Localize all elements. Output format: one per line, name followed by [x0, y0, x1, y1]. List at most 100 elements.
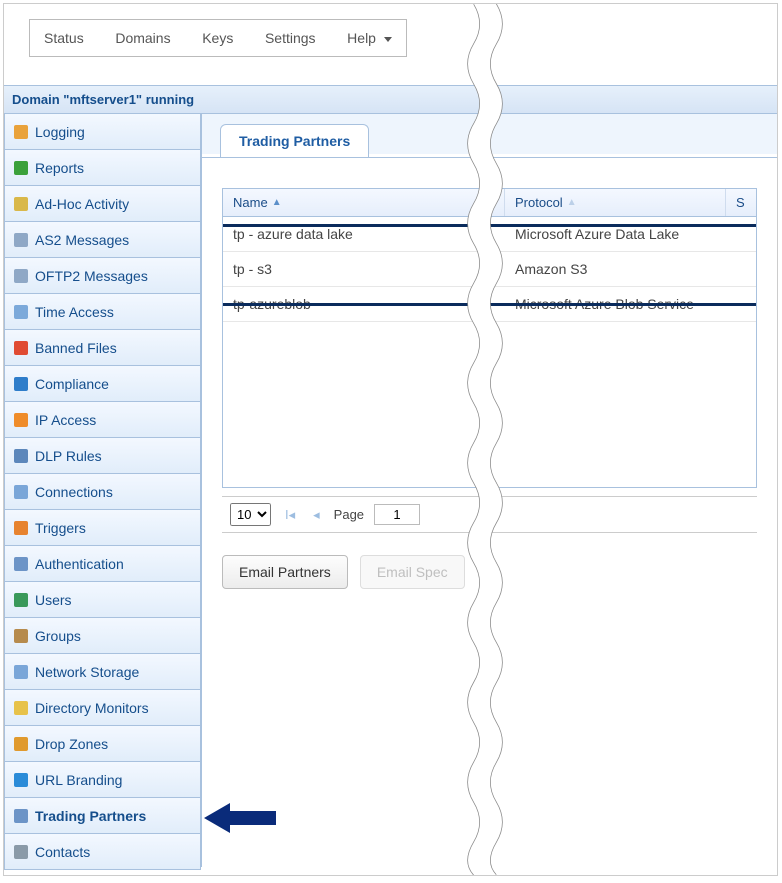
sidebar-item-time-access[interactable]: Time Access	[4, 294, 201, 330]
domain-status-bar: Domain "mftserver1" running	[4, 85, 777, 114]
col-protocol[interactable]: Protocol ▲	[505, 189, 726, 216]
sidebar-item-reports[interactable]: Reports	[4, 150, 201, 186]
ip-icon	[13, 412, 29, 428]
auth-icon	[13, 556, 29, 572]
sidebar-item-label: Users	[35, 592, 72, 608]
sidebar-item-directory-monitors[interactable]: Directory Monitors	[4, 690, 201, 726]
sidebar-item-label: IP Access	[35, 412, 96, 428]
table-row[interactable]: tp - s3Amazon S3	[223, 252, 756, 287]
page-size-select[interactable]: 10	[230, 503, 271, 526]
sidebar-item-label: Triggers	[35, 520, 86, 536]
sidebar-item-connections[interactable]: Connections	[4, 474, 201, 510]
table-row[interactable]: tp - azure data lakeMicrosoft Azure Data…	[223, 217, 756, 252]
sidebar-item-label: Directory Monitors	[35, 700, 149, 716]
sidebar-item-oftp2-messages[interactable]: OFTP2 Messages	[4, 258, 201, 294]
users-icon	[13, 592, 29, 608]
sidebar-item-banned-files[interactable]: Banned Files	[4, 330, 201, 366]
time-icon	[13, 304, 29, 320]
trading-partners-table: Name ▲ Protocol ▲ S tp - azure data lake…	[222, 188, 757, 488]
sidebar-item-label: Reports	[35, 160, 84, 176]
sidebar-item-label: Connections	[35, 484, 113, 500]
reports-icon	[13, 160, 29, 176]
sidebar-item-label: Banned Files	[35, 340, 117, 356]
table-row[interactable]: tp-azureblobMicrosoft Azure Blob Service	[223, 287, 756, 322]
sidebar-item-label: Time Access	[35, 304, 114, 320]
col-protocol-label: Protocol	[515, 195, 563, 210]
sidebar-item-label: OFTP2 Messages	[35, 268, 148, 284]
url-icon	[13, 772, 29, 788]
logging-icon	[13, 124, 29, 140]
sidebar-item-contacts[interactable]: Contacts	[4, 834, 201, 870]
top-menu: Status Domains Keys Settings Help	[29, 19, 407, 57]
as2-icon	[13, 232, 29, 248]
cell-protocol: Microsoft Azure Blob Service	[505, 296, 756, 312]
cell-name: tp - s3	[223, 261, 505, 277]
tp-icon	[13, 808, 29, 824]
page-number-input[interactable]	[374, 504, 420, 525]
oftp2-icon	[13, 268, 29, 284]
menu-help-label: Help	[347, 30, 376, 46]
adhoc-icon	[13, 196, 29, 212]
sidebar-item-logging[interactable]: Logging	[4, 114, 201, 150]
sidebar-item-label: Logging	[35, 124, 85, 140]
sidebar-item-label: Contacts	[35, 844, 90, 860]
sidebar-item-label: Ad-Hoc Activity	[35, 196, 129, 212]
sidebar-item-as2-messages[interactable]: AS2 Messages	[4, 222, 201, 258]
cell-name: tp - azure data lake	[223, 226, 505, 242]
email-spec-button: Email Spec	[360, 555, 465, 589]
sidebar-item-trading-partners[interactable]: Trading Partners	[4, 798, 201, 834]
connections-icon	[13, 484, 29, 500]
dlp-icon	[13, 448, 29, 464]
sidebar-item-label: Network Storage	[35, 664, 139, 680]
prev-page-button[interactable]: ◂	[309, 507, 324, 523]
table-header: Name ▲ Protocol ▲ S	[223, 189, 756, 217]
chevron-down-icon	[384, 37, 392, 42]
dirmon-icon	[13, 700, 29, 716]
sidebar-item-groups[interactable]: Groups	[4, 618, 201, 654]
col-name-label: Name	[233, 195, 268, 210]
pager: 10 I◂ ◂ Page	[222, 496, 757, 533]
sidebar-item-url-branding[interactable]: URL Branding	[4, 762, 201, 798]
col-extra[interactable]: S	[726, 189, 756, 216]
sidebar-item-ip-access[interactable]: IP Access	[4, 402, 201, 438]
sidebar-item-label: DLP Rules	[35, 448, 102, 464]
sidebar: Logging Reports Ad-Hoc Activity AS2 Message…	[4, 114, 202, 867]
dropzone-icon	[13, 736, 29, 752]
triggers-icon	[13, 520, 29, 536]
sidebar-item-compliance[interactable]: Compliance	[4, 366, 201, 402]
sidebar-item-label: Authentication	[35, 556, 124, 572]
first-page-button[interactable]: I◂	[281, 507, 299, 523]
sidebar-item-label: Compliance	[35, 376, 109, 392]
groups-icon	[13, 628, 29, 644]
storage-icon	[13, 664, 29, 680]
sidebar-item-label: AS2 Messages	[35, 232, 129, 248]
sidebar-item-network-storage[interactable]: Network Storage	[4, 654, 201, 690]
cell-name: tp-azureblob	[223, 296, 505, 312]
contacts-icon	[13, 844, 29, 860]
main-panel: Trading Partners Name ▲ Protocol ▲ S	[202, 114, 777, 867]
email-partners-button[interactable]: Email Partners	[222, 555, 348, 589]
sidebar-item-label: Drop Zones	[35, 736, 108, 752]
sidebar-item-drop-zones[interactable]: Drop Zones	[4, 726, 201, 762]
menu-keys[interactable]: Keys	[188, 20, 247, 56]
menu-domains[interactable]: Domains	[101, 20, 184, 56]
page-label: Page	[334, 507, 364, 522]
tab-trading-partners[interactable]: Trading Partners	[220, 124, 369, 157]
compliance-icon	[13, 376, 29, 392]
sidebar-item-ad-hoc-activity[interactable]: Ad-Hoc Activity	[4, 186, 201, 222]
sort-asc-icon: ▲	[272, 197, 282, 208]
cell-protocol: Microsoft Azure Data Lake	[505, 226, 756, 242]
col-name[interactable]: Name ▲	[223, 189, 505, 216]
sidebar-item-dlp-rules[interactable]: DLP Rules	[4, 438, 201, 474]
sidebar-item-label: Trading Partners	[35, 808, 146, 824]
sort-icon: ▲	[567, 197, 577, 208]
menu-settings[interactable]: Settings	[251, 20, 330, 56]
sidebar-item-triggers[interactable]: Triggers	[4, 510, 201, 546]
menu-status[interactable]: Status	[30, 20, 98, 56]
menu-help[interactable]: Help	[333, 20, 406, 56]
sidebar-item-label: URL Branding	[35, 772, 122, 788]
sidebar-item-label: Groups	[35, 628, 81, 644]
sidebar-item-users[interactable]: Users	[4, 582, 201, 618]
sidebar-item-authentication[interactable]: Authentication	[4, 546, 201, 582]
banned-icon	[13, 340, 29, 356]
